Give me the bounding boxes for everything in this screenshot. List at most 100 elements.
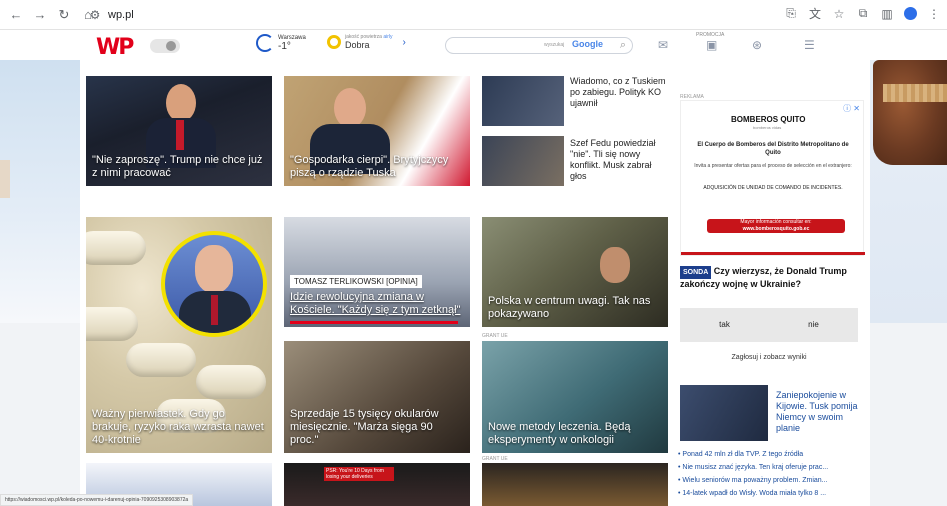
status-bar-url: https://wiadomosci.wp.pl/koleda-po-nowem… [0, 494, 194, 506]
news-headline[interactable]: Zaniepokojenie w Kijowie. Tusk pomija Ni… [776, 390, 862, 434]
back-icon[interactable]: ← [6, 5, 26, 25]
forward-icon[interactable]: → [30, 5, 50, 25]
air-quality-widget[interactable]: jakość powietrza airly Dobra › [327, 34, 406, 50]
ad-brand: BOMBEROS QUITO [731, 115, 806, 124]
photo-face [334, 88, 366, 128]
url-text: wp.pl [108, 9, 134, 21]
air-quality-value: Dobra [345, 40, 370, 50]
sidebar-icon[interactable]: ▥ [880, 7, 894, 21]
pill-shape [126, 343, 196, 377]
news-title: Polska w centrum uwagi. Tak nas pokazywa… [488, 295, 651, 320]
poll-results-link[interactable]: Zagłosuj i zobacz wyniki [680, 354, 858, 361]
promo-icon[interactable]: ▣ [706, 38, 717, 52]
news-title: Idzie rewolucyjna zmiana w Kościele. "Ka… [290, 291, 461, 316]
advertisement[interactable]: ⓘ ✕ BOMBEROS QUITO bomberos vidas El Cue… [680, 100, 865, 256]
background-wafer-image [883, 84, 947, 102]
pill-shape [86, 231, 146, 265]
grant-label: GRANT UE [482, 333, 508, 339]
author-label: TOMASZ TERLIKOWSKI [OPINIA] [290, 275, 422, 288]
background-chocolate-image [873, 60, 947, 165]
weather-widget[interactable]: Warszawa -1° [256, 34, 306, 52]
extensions-icon[interactable]: ⧉ [856, 6, 870, 21]
poll-question-block: SONDA Czy wierzysz, że Donald Trump zako… [680, 266, 864, 290]
poll-option-no[interactable]: nie [769, 308, 858, 342]
background-left-decoration [0, 160, 10, 198]
news-tile-bottom[interactable]: PSR: You're 10 Days from losing your del… [284, 463, 470, 506]
search-icon[interactable]: ⌕ [620, 39, 626, 52]
grant-label: GRANT UE [482, 456, 508, 462]
news-title: Ważny pierwiastek. Gdy go brakuje, ryzyk… [92, 408, 264, 446]
user-icon[interactable]: ⊛ [752, 38, 762, 52]
ad-cta-button[interactable]: Mayor información consultar en: www.bomb… [707, 219, 845, 233]
air-quality-source: airly [383, 34, 393, 40]
address-bar[interactable]: ⚙ wp.pl [88, 4, 828, 26]
hamburger-menu-icon[interactable]: ☰ [804, 38, 815, 52]
google-logo: Google [572, 39, 603, 49]
main-content: "Nie zaproszę". Trump nie chce już z nim… [80, 60, 870, 506]
news-bullet-link[interactable]: • Nie musisz znać języka. Ten kraj oferu… [678, 461, 866, 474]
news-tile-tusk[interactable]: "Gospodarka cierpi". Brytyjczycy piszą o… [284, 76, 470, 186]
news-thumb[interactable] [482, 136, 564, 186]
photo-face [600, 247, 630, 283]
news-bullet-link[interactable]: • Ponad 42 mln zł dla TVP. Z tego źródła [678, 448, 866, 461]
translate-icon[interactable]: 文 [808, 5, 822, 22]
reload-icon[interactable]: ↻ [54, 5, 74, 25]
ad-line: Invita a presentar ofertas para el proce… [694, 163, 852, 169]
news-tile-trump[interactable]: "Nie zaproszę". Trump nie chce już z nim… [86, 76, 272, 186]
news-tile-glasses[interactable]: Sprzedaje 15 tysięcy okularów miesięczni… [284, 341, 470, 453]
mail-icon[interactable]: ✉ [658, 38, 668, 52]
wp-logo[interactable]: WP [96, 35, 134, 60]
ad-line: ADQUISICIÓN DE UNIDAD DE COMANDO DE INCI… [703, 185, 843, 191]
news-title: "Gospodarka cierpi". Brytyjczycy piszą o… [290, 154, 449, 179]
ad-cta-line: Mayor información consultar en: [740, 219, 812, 225]
news-title: Sprzedaje 15 tysięcy okularów miesięczni… [290, 408, 439, 446]
weather-city: Warszawa [278, 34, 306, 41]
news-thumb[interactable] [482, 76, 564, 126]
news-title: "Nie zaproszę". Trump nie chce już z nim… [92, 154, 263, 179]
photo-tie [211, 295, 218, 325]
bookmark-star-icon[interactable]: ☆ [832, 7, 846, 21]
site-settings-icon[interactable]: ⚙ [88, 8, 102, 22]
news-thumb[interactable] [680, 385, 768, 441]
news-bullet-link[interactable]: • 14-latek wpadł do Wisły. Woda miała ty… [678, 487, 866, 500]
news-title: Nowe metody leczenia. Będą eksperymenty … [488, 421, 631, 446]
browser-toolbar: ← → ↻ ⌂ ⚙ wp.pl ⎘ 文 ☆ ⧉ ▥ ⋮ [0, 0, 947, 30]
news-tile-bottom[interactable] [482, 463, 668, 506]
ad-info-icon[interactable]: ⓘ ✕ [843, 103, 860, 114]
moon-icon [256, 34, 274, 52]
air-quality-icon [327, 35, 341, 49]
search-placeholder: wyszukaj [544, 42, 565, 48]
weather-temp: -1° [278, 40, 291, 52]
screenshot-icon[interactable]: ⎘ [784, 6, 798, 21]
site-header: WP Warszawa -1° jakość powietrza airly D… [0, 30, 947, 60]
news-tile-car[interactable]: Polska w centrum uwagi. Tak nas pokazywa… [482, 217, 668, 327]
news-headline[interactable]: Szef Fedu powiedział "nie". Tli się nowy… [570, 138, 670, 182]
news-bullet-link[interactable]: • Wielu seniorów ma poważny problem. Zmi… [678, 474, 866, 487]
accent-underline [290, 321, 458, 324]
dark-mode-toggle[interactable] [150, 39, 180, 53]
ad-brand-sub: bomberos vidas [753, 125, 782, 130]
news-headline[interactable]: Wiadomo, co z Tuskiem po zabiegu. Polity… [570, 76, 670, 109]
pill-shape [196, 365, 266, 399]
ad-cta-url: www.bomberosquito.gob.ec [742, 226, 810, 232]
news-bullet-list: • Ponad 42 mln zł dla TVP. Z tego źródła… [678, 448, 866, 500]
ad-accent-bar [681, 252, 865, 255]
background-left [0, 60, 82, 323]
news-tile-pills[interactable]: Ważny pierwiastek. Gdy go brakuje, ryzyk… [86, 217, 272, 453]
poll-option-yes[interactable]: tak [680, 308, 769, 342]
ad-line: El Cuerpo de Bomberos del Distrito Metro… [697, 142, 849, 156]
menu-kebab-icon[interactable]: ⋮ [927, 7, 941, 21]
toggle-knob [166, 41, 176, 51]
photo-tie [176, 120, 184, 150]
pill-shape [86, 307, 138, 341]
photo-face [195, 245, 233, 293]
profile-avatar[interactable] [904, 7, 917, 20]
news-tile-medicine[interactable]: Nowe metody leczenia. Będą eksperymenty … [482, 341, 668, 453]
poll-badge: SONDA [680, 266, 712, 279]
news-tile-opinion[interactable]: TOMASZ TERLIKOWSKI [OPINIA] Idzie rewolu… [284, 217, 470, 327]
chevron-right-icon[interactable]: › [403, 37, 406, 48]
poll-widget: SONDA Czy wierzysz, że Donald Trump zako… [680, 266, 864, 361]
photo-face [166, 84, 196, 122]
poll-options: tak nie [680, 308, 858, 342]
search-input[interactable]: wyszukaj Google ⌕ [445, 37, 633, 54]
